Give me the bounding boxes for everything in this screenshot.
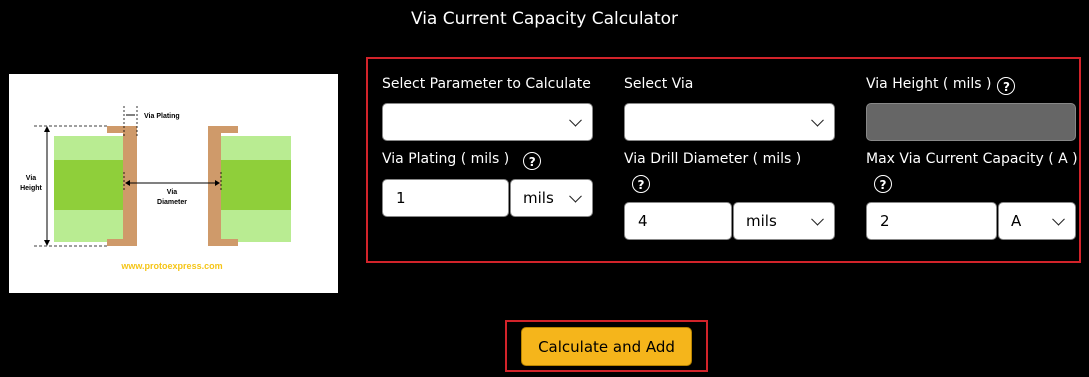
via-height-label-1: Via xyxy=(26,175,36,182)
help-icon[interactable]: ? xyxy=(632,175,650,193)
via-height-label-2: Height xyxy=(20,185,42,192)
via-plating-label-text: Via Plating ( mils ) xyxy=(382,151,510,167)
via-plating-input[interactable]: 1 xyxy=(382,179,509,217)
via-drill-diameter-value: 4 xyxy=(638,212,648,230)
via-diagram: Via Height Via Plating Via Diameter www.… xyxy=(9,74,338,293)
help-icon[interactable]: ? xyxy=(523,152,542,170)
via-drill-diameter-input[interactable]: 4 xyxy=(624,202,732,240)
via-drill-diameter-unit-select[interactable]: mils xyxy=(733,202,835,240)
chevron-down-icon xyxy=(1052,212,1065,226)
max-current-unit-select[interactable]: A xyxy=(998,202,1076,240)
max-current-value: 2 xyxy=(880,212,890,230)
select-via-dropdown[interactable] xyxy=(624,103,835,141)
via-height-input xyxy=(866,103,1076,141)
chevron-down-icon xyxy=(811,113,824,127)
via-plating-label: Via Plating xyxy=(144,113,180,120)
via-plating-unit-select[interactable]: mils xyxy=(510,179,593,217)
select-via-label: Select Via xyxy=(624,76,694,92)
via-diameter-label-2: Diameter xyxy=(157,199,187,206)
chevron-down-icon xyxy=(811,212,824,226)
via-height-label: Via Height ( mils )? xyxy=(866,76,1016,95)
max-current-unit: A xyxy=(1011,212,1022,230)
via-diameter-label-1: Via xyxy=(167,189,177,196)
calculate-and-add-button[interactable]: Calculate and Add xyxy=(521,327,692,366)
via-plating-unit: mils xyxy=(523,189,554,207)
select-parameter-dropdown[interactable] xyxy=(382,103,593,141)
help-icon[interactable]: ? xyxy=(997,77,1016,95)
via-drill-diameter-label: Via Drill Diameter ( mils ) xyxy=(624,151,802,167)
via-plating-value: 1 xyxy=(396,189,406,207)
page-title: Via Current Capacity Calculator xyxy=(410,9,679,29)
calculator-panel: Select Parameter to Calculate Select Via… xyxy=(366,57,1081,263)
max-current-input[interactable]: 2 xyxy=(866,202,997,240)
via-plating-label: Via Plating ( mils )? xyxy=(382,151,542,170)
via-drill-diameter-unit: mils xyxy=(746,212,777,230)
max-current-label: Max Via Current Capacity ( A ) xyxy=(866,151,1078,167)
calculate-button-frame: Calculate and Add xyxy=(505,320,708,372)
chevron-down-icon xyxy=(569,189,582,203)
watermark: www.protoexpress.com xyxy=(120,261,222,271)
via-height-label-text: Via Height ( mils ) xyxy=(866,76,992,92)
via-cross-section-illustration: Via Height Via Plating Via Diameter www.… xyxy=(20,106,291,271)
chevron-down-icon xyxy=(569,113,582,127)
select-parameter-label: Select Parameter to Calculate xyxy=(382,76,591,92)
help-icon[interactable]: ? xyxy=(874,175,892,193)
